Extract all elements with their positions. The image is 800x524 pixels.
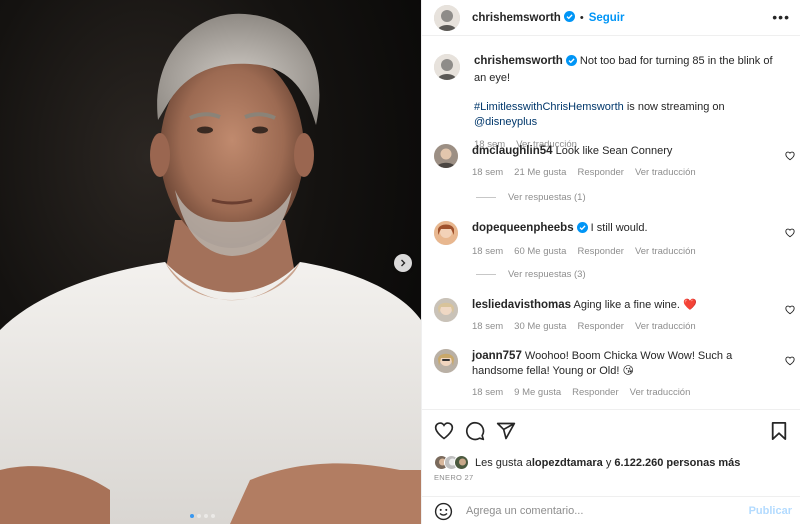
follow-button[interactable]: Seguir <box>589 12 625 24</box>
divider-line <box>476 197 496 198</box>
post-panel: chrishemsworth • Seguir ••• chrishemswor… <box>421 0 800 524</box>
comment-likes[interactable]: 9 Me gusta <box>514 385 561 400</box>
see-translation-link[interactable]: Ver traducción <box>630 385 691 400</box>
caption: chrishemsworth Not too bad for turning 8… <box>434 54 800 152</box>
carousel-dot <box>197 514 201 518</box>
carousel-dot <box>190 514 194 518</box>
verified-icon <box>563 10 575 25</box>
comment-composer: Publicar <box>422 496 800 524</box>
post-date: ENERO 27 <box>434 473 474 482</box>
comment-time: 18 sem <box>472 387 504 398</box>
likes-prefix: Les gusta a <box>475 456 532 469</box>
avatar[interactable] <box>434 4 460 31</box>
comment-text: I still would. <box>590 222 648 234</box>
comment-username[interactable]: dmclaughlin54 <box>472 145 553 157</box>
avatar[interactable] <box>434 298 458 322</box>
carousel-dots <box>190 514 215 518</box>
likes-summary: Les gusta a lopezdtamara y 6.122.260 per… <box>434 455 740 470</box>
carousel-next-button[interactable] <box>394 254 412 272</box>
hashtag-link[interactable]: #LimitlesswithChrisHemsworth <box>474 101 624 113</box>
action-icons <box>434 421 788 443</box>
comment-likes[interactable]: 60 Me gusta <box>514 244 566 259</box>
comment-item: lesliedavisthomas Aging like a fine wine… <box>434 298 800 334</box>
separator-dot: • <box>579 11 584 24</box>
comment-item: dopequeenpheebs I still would. 18 sem 60… <box>434 221 800 259</box>
comment-likes[interactable]: 30 Me gusta <box>514 319 566 334</box>
chevron-right-icon <box>401 259 406 267</box>
comment-item: dmclaughlin54 Look like Sean Connery 18 … <box>434 144 800 180</box>
see-translation-link[interactable]: Ver traducción <box>635 319 696 334</box>
post-header: chrishemsworth • Seguir ••• <box>422 0 800 36</box>
avatar[interactable] <box>434 144 458 168</box>
comment-item: joann757 Woohoo! Boom Chicka Wow Wow! Su… <box>434 349 800 400</box>
comment-text: Aging like a fine wine. <box>573 299 680 311</box>
share-icon[interactable] <box>496 421 516 441</box>
see-translation-link[interactable]: Ver traducción <box>635 244 696 259</box>
comment-username[interactable]: lesliedavisthomas <box>472 299 571 311</box>
likes-connector: y <box>602 456 615 469</box>
post-actions: Les gusta a lopezdtamara y 6.122.260 per… <box>422 409 800 524</box>
avatar <box>454 455 469 470</box>
liker-username[interactable]: lopezdtamara <box>532 457 603 469</box>
view-replies-button[interactable]: Ver respuestas (1) <box>476 192 586 203</box>
emoji-icon[interactable] <box>434 502 453 521</box>
verified-icon <box>576 222 588 238</box>
avatar[interactable] <box>434 349 458 373</box>
avatar[interactable] <box>434 54 460 80</box>
heart-icon[interactable] <box>434 421 454 441</box>
caption-text-mid: is now streaming on <box>623 101 725 113</box>
comment-username[interactable]: joann757 <box>472 350 522 362</box>
likes-count[interactable]: 6.122.260 personas más <box>614 457 740 469</box>
see-translation-link[interactable]: Ver traducción <box>635 165 696 180</box>
view-replies-label: Ver respuestas (1) <box>508 192 586 203</box>
view-replies-button[interactable]: Ver respuestas (3) <box>476 269 586 280</box>
more-icon[interactable]: ••• <box>772 10 790 24</box>
reply-button[interactable]: Responder <box>577 165 623 180</box>
portrait-photo <box>0 13 421 524</box>
reply-button[interactable]: Responder <box>572 385 618 400</box>
comment-input[interactable] <box>466 505 736 517</box>
heart-icon[interactable] <box>785 356 795 366</box>
comment-time: 18 sem <box>472 246 504 257</box>
publish-button[interactable]: Publicar <box>749 505 792 517</box>
comment-time: 18 sem <box>472 167 504 178</box>
comment-icon[interactable] <box>465 421 485 441</box>
carousel-dot <box>211 514 215 518</box>
red-heart-emoji: ❤️ <box>683 299 697 311</box>
caption-username[interactable]: chrishemsworth <box>474 55 563 67</box>
reply-button[interactable]: Responder <box>577 244 623 259</box>
comment-likes[interactable]: 21 Me gusta <box>514 165 566 180</box>
mention-link[interactable]: @disneyplus <box>474 116 537 128</box>
comment-time: 18 sem <box>472 321 504 332</box>
comment-username[interactable]: dopequeenpheebs <box>472 222 574 234</box>
divider-line <box>476 274 496 275</box>
kiss-emoji: 😘 <box>622 365 634 377</box>
view-replies-label: Ver respuestas (3) <box>508 269 586 280</box>
heart-icon[interactable] <box>785 151 795 161</box>
avatar[interactable] <box>434 221 458 245</box>
verified-icon <box>565 55 577 71</box>
post-image[interactable] <box>0 0 421 524</box>
liker-avatars[interactable] <box>434 455 469 470</box>
header-username[interactable]: chrishemsworth <box>472 12 561 24</box>
heart-icon[interactable] <box>785 228 795 238</box>
heart-icon[interactable] <box>785 305 795 315</box>
carousel-dot <box>204 514 208 518</box>
reply-button[interactable]: Responder <box>577 319 623 334</box>
bookmark-icon[interactable] <box>770 421 788 441</box>
comment-text: Look like Sean Connery <box>555 145 673 157</box>
